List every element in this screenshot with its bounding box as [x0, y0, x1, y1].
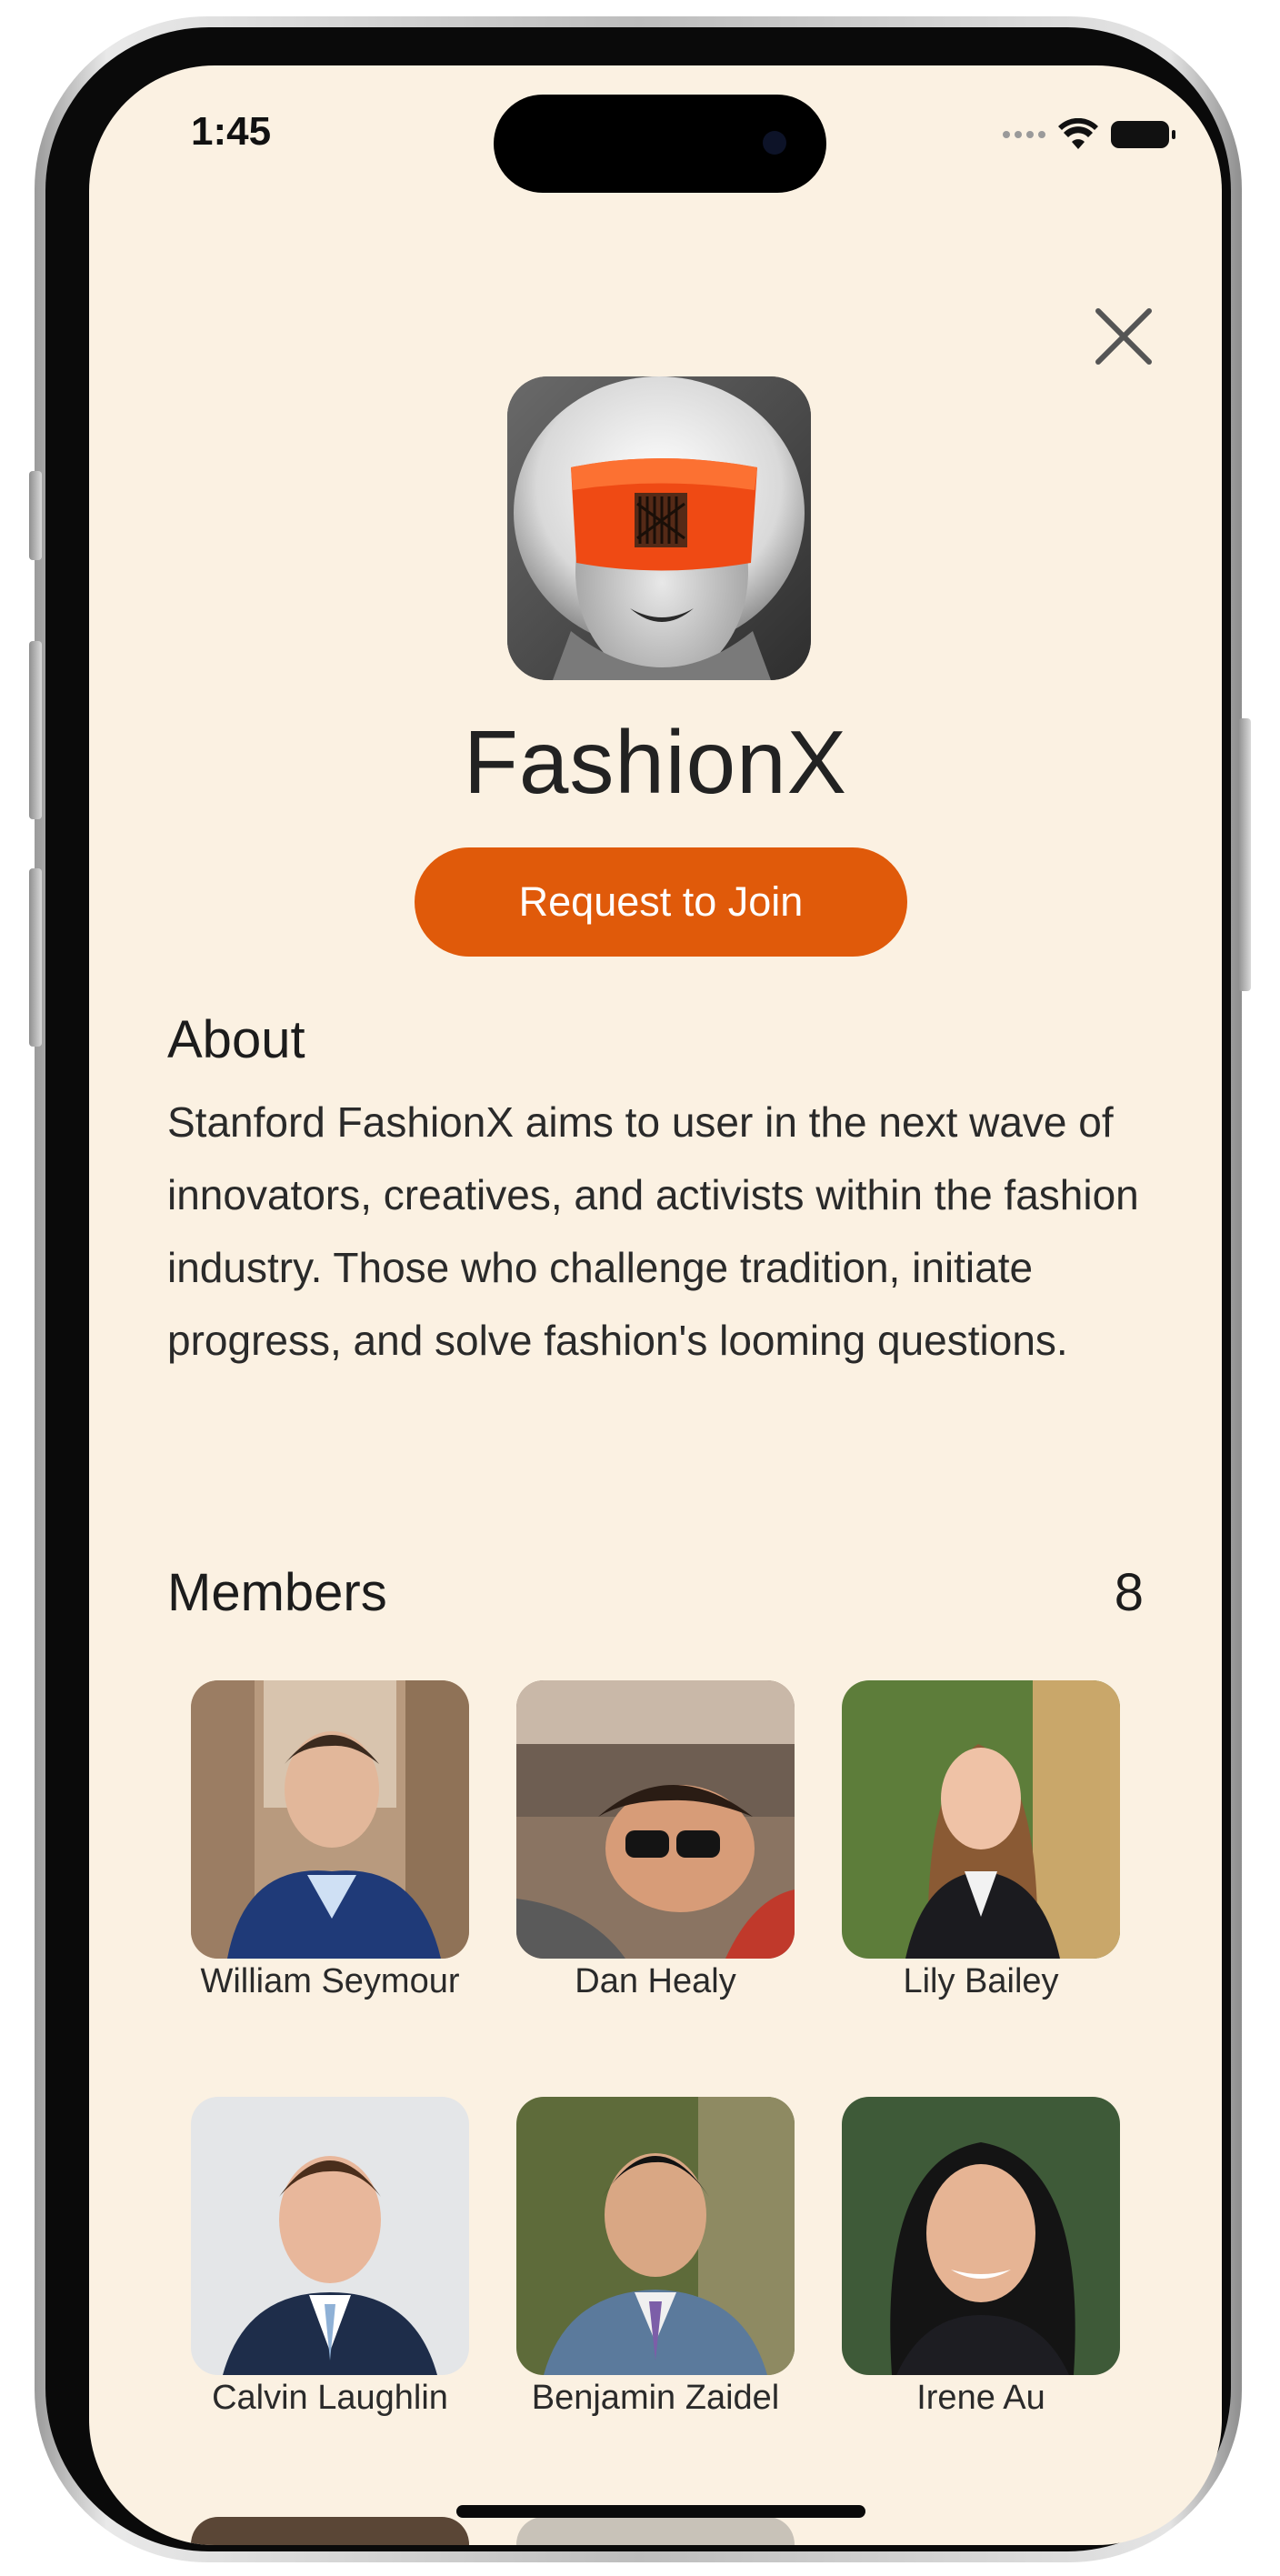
member-avatar — [516, 1680, 795, 1959]
group-logo-image — [507, 376, 811, 680]
group-name: FashionX — [463, 712, 847, 812]
member-avatar-partial — [516, 2517, 795, 2545]
close-button[interactable] — [1087, 300, 1160, 373]
signal-dots-icon — [1003, 131, 1045, 138]
member-avatar-partial — [191, 2517, 469, 2545]
screen: 1:45 FashionX Request to Join About Stan… — [89, 65, 1222, 2545]
status-icons — [1003, 118, 1175, 151]
member-name: Dan Healy — [575, 1962, 736, 2000]
member-card[interactable]: Calvin Laughlin — [191, 2097, 469, 2418]
about-description: Stanford FashionX aims to user in the ne… — [167, 1098, 1139, 1364]
group-logo — [507, 376, 811, 680]
battery-icon — [1111, 121, 1175, 148]
front-camera-icon — [763, 131, 786, 155]
member-avatar — [516, 2097, 795, 2375]
dynamic-island — [494, 95, 826, 193]
member-avatar — [191, 1680, 469, 1959]
member-card[interactable]: Dan Healy — [516, 1680, 795, 2001]
power-button — [1238, 718, 1251, 991]
home-indicator[interactable] — [456, 2505, 865, 2518]
members-count: 8 — [1114, 1563, 1144, 1622]
member-card[interactable]: Irene Au — [842, 2097, 1120, 2418]
mute-switch — [29, 471, 42, 560]
request-to-join-button[interactable]: Request to Join — [415, 847, 907, 957]
member-avatar — [191, 2097, 469, 2375]
member-name: Irene Au — [916, 2379, 1045, 2417]
volume-up-button — [29, 641, 42, 819]
member-name: William Seymour — [200, 1962, 460, 2000]
volume-down-button — [29, 868, 42, 1047]
member-name: Calvin Laughlin — [212, 2379, 448, 2417]
close-icon — [1095, 308, 1152, 365]
member-card[interactable]: William Seymour — [191, 1680, 469, 2001]
about-title: About — [167, 1010, 305, 1069]
members-title: Members — [167, 1563, 387, 1622]
member-avatar — [842, 2097, 1120, 2375]
members-grid: William Seymour Dan Healy Lily Bailey Ca… — [191, 1680, 1173, 2545]
member-card[interactable]: Benjamin Zaidel — [516, 2097, 795, 2418]
member-name: Lily Bailey — [903, 1962, 1059, 2000]
wifi-icon — [1058, 118, 1098, 149]
member-name: Benjamin Zaidel — [531, 2379, 780, 2417]
member-card[interactable]: Lily Bailey — [842, 1680, 1120, 2001]
member-avatar — [842, 1680, 1120, 1959]
status-time: 1:45 — [191, 109, 272, 154]
